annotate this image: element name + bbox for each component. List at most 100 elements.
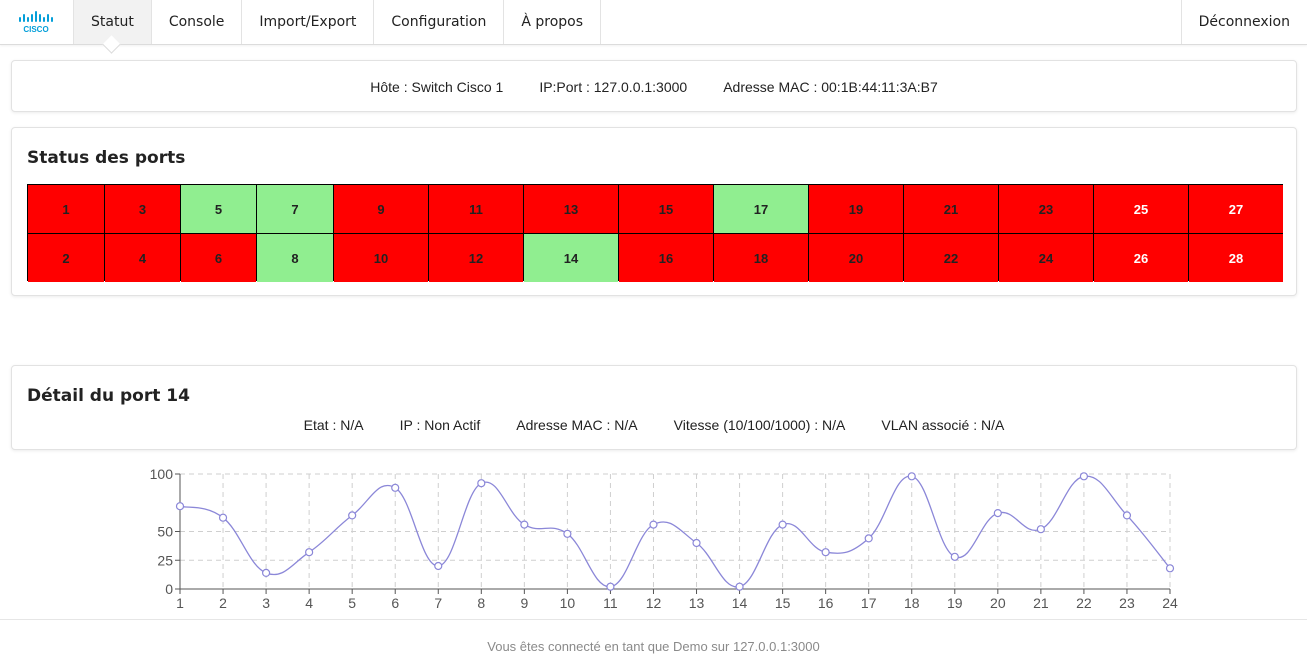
cisco-logo-icon: CISCO [18, 11, 53, 34]
x-tick-label-7: 7 [434, 595, 442, 611]
x-tick-label-9: 9 [520, 595, 528, 611]
data-point-11 [606, 582, 615, 591]
port-16[interactable]: 16 [619, 234, 713, 282]
device-info-card: Hôte : Switch Cisco 1 IP:Port : 127.0.0.… [11, 60, 1297, 112]
x-tick-label-12: 12 [646, 595, 662, 611]
data-point-23 [1122, 511, 1132, 520]
port-4[interactable]: 4 [105, 234, 180, 282]
data-point-7 [434, 561, 443, 571]
port-27[interactable]: 27 [1189, 185, 1283, 233]
tab-console[interactable]: Console [152, 0, 243, 44]
port-22[interactable]: 22 [904, 234, 998, 282]
data-point-10 [563, 529, 572, 538]
data-point-6 [391, 483, 400, 492]
port-19[interactable]: 19 [809, 185, 903, 233]
port-row-even: 2 4 6 8 10 12 14 16 18 20 22 24 26 28 [28, 234, 1283, 282]
port-20[interactable]: 20 [809, 234, 903, 282]
y-tick-label-50: 50 [157, 524, 173, 540]
mac-info: Adresse MAC : 00:1B:44:11:3A:B7 [723, 79, 938, 95]
port-10[interactable]: 10 [334, 234, 428, 282]
port-23[interactable]: 23 [999, 185, 1093, 233]
port-25[interactable]: 25 [1094, 185, 1188, 233]
port-2[interactable]: 2 [28, 234, 104, 282]
logo-text: CISCO [23, 25, 48, 34]
data-point-24 [1165, 564, 1175, 573]
port-detail-card: Détail du port 14 Etat : N/A IP : Non Ac… [11, 365, 1297, 450]
x-tick-label-20: 20 [990, 595, 1006, 611]
port-grid: 1 3 5 7 9 11 13 15 17 19 21 23 25 27 2 4 6 8 10 12 14 16 18 20… [27, 184, 1283, 282]
port-11[interactable]: 11 [429, 185, 523, 233]
data-point-8 [477, 479, 486, 488]
x-tick-label-19: 19 [947, 595, 963, 611]
logout-button[interactable]: Déconnexion [1180, 0, 1307, 44]
y-tick-label-0: 0 [165, 581, 173, 597]
port-14[interactable]: 14 [524, 234, 618, 282]
ip-port-info: IP:Port : 127.0.0.1:3000 [539, 79, 688, 95]
port-state: Etat : N/A [303, 417, 364, 433]
port-ip: IP : Non Actif [399, 417, 481, 433]
x-tick-label-22: 22 [1076, 595, 1092, 611]
port-18[interactable]: 18 [714, 234, 808, 282]
data-point-3 [261, 568, 271, 578]
port-5[interactable]: 5 [181, 185, 256, 233]
port-17[interactable]: 17 [714, 185, 808, 233]
x-tick-label-3: 3 [262, 595, 270, 611]
port-28[interactable]: 28 [1189, 234, 1283, 282]
port-8[interactable]: 8 [257, 234, 333, 282]
port-26[interactable]: 26 [1094, 234, 1188, 282]
data-point-2 [218, 513, 228, 522]
data-point-12 [649, 520, 658, 529]
data-point-22 [1079, 472, 1089, 481]
port-3[interactable]: 3 [105, 185, 180, 233]
x-tick-label-13: 13 [689, 595, 705, 611]
tab-a-propos[interactable]: À propos [504, 0, 602, 44]
port-6[interactable]: 6 [181, 234, 256, 282]
port-7[interactable]: 7 [257, 185, 333, 233]
cisco-logo[interactable]: CISCO [0, 0, 73, 44]
x-tick-label-15: 15 [775, 595, 791, 611]
x-tick-label-10: 10 [560, 595, 576, 611]
port-row-odd: 1 3 5 7 9 11 13 15 17 19 21 23 25 27 [28, 185, 1283, 233]
data-point-18 [907, 472, 916, 481]
x-tick-label-24: 24 [1162, 595, 1178, 611]
port-status-card: Status des ports 1 3 5 7 9 11 13 15 17 19 21 23 25 27… [11, 127, 1297, 296]
x-tick-label-2: 2 [219, 595, 227, 611]
data-point-16 [821, 548, 830, 557]
tab-statut[interactable]: Statut [73, 0, 152, 44]
x-tick-label-8: 8 [477, 595, 485, 611]
x-tick-label-18: 18 [904, 595, 920, 611]
data-point-20 [993, 508, 1002, 518]
x-tick-label-14: 14 [732, 595, 748, 611]
x-tick-label-5: 5 [348, 595, 356, 611]
x-tick-label-23: 23 [1119, 595, 1135, 611]
data-point-19 [950, 552, 959, 561]
tab-import-export[interactable]: Import/Export [242, 0, 375, 44]
data-point-15 [778, 520, 787, 529]
x-tick-label-16: 16 [818, 595, 834, 611]
data-point-4 [305, 548, 314, 557]
data-point-14 [735, 582, 744, 591]
port-traffic-chart: 025501001 2 3 4 5 6 7 8 9 10 11 12 13 14 15 16 17 18 19 20 2… [150, 466, 1178, 611]
x-tick-label-11: 11 [603, 595, 618, 611]
port-detail-title: Détail du port 14 [27, 386, 190, 406]
data-point-17 [864, 534, 873, 543]
port-15[interactable]: 15 [619, 185, 713, 233]
tab-configuration[interactable]: Configuration [374, 0, 505, 44]
footer-text: Vous êtes connecté en tant que Demo sur … [487, 639, 820, 654]
port-1[interactable]: 1 [28, 185, 104, 233]
host-info: Hôte : Switch Cisco 1 [370, 79, 504, 95]
port-9[interactable]: 9 [334, 185, 428, 233]
data-point-5 [348, 511, 357, 520]
top-navbar: CISCO Statut Console Import/Export Confi… [0, 0, 1307, 45]
y-tick-label-25: 25 [157, 552, 173, 568]
port-21[interactable]: 21 [904, 185, 998, 233]
data-point-21 [1036, 525, 1045, 534]
port-24[interactable]: 24 [999, 234, 1093, 282]
x-tick-label-4: 4 [305, 595, 313, 611]
data-point-1 [175, 502, 185, 511]
data-point-9 [520, 520, 529, 529]
port-13[interactable]: 13 [524, 185, 618, 233]
x-tick-label-1: 1 [176, 595, 184, 611]
port-detail-row: Etat : N/A IP : Non Actif Adresse MAC : … [12, 417, 1296, 433]
port-12[interactable]: 12 [429, 234, 523, 282]
